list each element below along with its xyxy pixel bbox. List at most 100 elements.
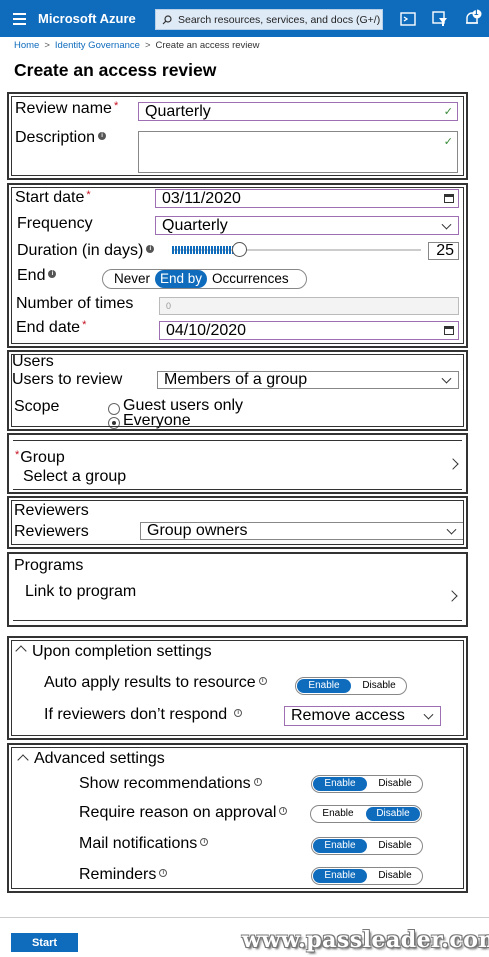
end-date-input[interactable]: 04/10/2020 [159, 321, 459, 340]
search-box[interactable]: Search resources, services, and docs (G+… [155, 9, 383, 30]
toggle-enable[interactable]: Enable [313, 777, 367, 791]
calendar-icon[interactable] [444, 326, 454, 335]
frequency-select[interactable]: Quarterly [155, 216, 459, 235]
info-icon: i [48, 270, 57, 278]
search-input[interactable]: Search resources, services, and docs (G+… [178, 14, 380, 26]
collapse-caret-icon[interactable] [17, 754, 29, 766]
duration-label: Duration (in days) [17, 242, 144, 259]
users-panel: Users Users to review Members of a group… [7, 350, 468, 431]
top-bar: Microsoft Azure Search resources, servic… [0, 0, 489, 37]
collapse-caret-icon[interactable] [15, 645, 27, 657]
calendar-icon[interactable] [444, 194, 454, 203]
chevron-down-icon [441, 373, 452, 384]
info-icon: i [258, 677, 267, 685]
reviewers-label: Reviewers [14, 523, 89, 540]
notification-badge: 1 [474, 8, 479, 17]
schedule-panel: Start date * 03/11/2020 Frequency Quarter… [7, 183, 468, 348]
users-section-title: Users [12, 353, 54, 370]
info-icon: i [234, 709, 243, 717]
toggle-disable[interactable]: Disable [368, 869, 422, 883]
breadcrumb: Home > Identity Governance > Create an acces… [14, 40, 260, 51]
number-of-times-label: Number of times [16, 295, 134, 312]
cloud-shell-icon[interactable] [398, 9, 418, 29]
review-name-label: Review name [15, 100, 112, 117]
scope-option-everyone[interactable]: Everyone [123, 412, 191, 430]
end-date-label: End date [16, 319, 81, 336]
description-label: Description [15, 129, 96, 146]
valid-check-icon: ✓ [443, 106, 453, 118]
scope-radio-guest[interactable] [108, 403, 120, 415]
menu-icon[interactable] [0, 0, 38, 37]
chevron-down-icon [446, 524, 457, 535]
link-to-program[interactable]: Link to program [25, 583, 136, 601]
toggle-enable[interactable]: Enable [313, 869, 367, 883]
toggle-disable[interactable]: Disable [352, 679, 406, 693]
chevron-right-icon [446, 590, 458, 602]
valid-check-icon: ✓ [443, 136, 453, 148]
scope-label: Scope [14, 398, 60, 415]
watermark: www.passleader.com [242, 927, 489, 953]
completion-panel: Upon completion settings Auto apply resu… [7, 636, 468, 740]
brand-title[interactable]: Microsoft Azure [38, 11, 153, 26]
users-to-review-select[interactable]: Members of a group [157, 371, 459, 389]
select-group-link[interactable]: Select a group [23, 468, 126, 486]
no-response-select[interactable]: Remove access [284, 706, 441, 726]
duration-input[interactable]: 25 [428, 242, 459, 260]
info-icon: i [146, 245, 155, 253]
toggle-enable[interactable]: Enable [297, 679, 351, 693]
auto-apply-toggle[interactable]: Enable Disable [295, 677, 407, 695]
reviewers-section-title: Reviewers [14, 502, 89, 519]
toggle-disable[interactable]: Disable [368, 777, 422, 791]
directory-filter-icon[interactable] [430, 9, 450, 29]
frequency-label: Frequency [17, 215, 93, 232]
scope-radio-everyone[interactable] [108, 417, 120, 429]
toggle-enable[interactable]: Enable [311, 807, 365, 821]
show-recommendations-label: Show recommendations [79, 775, 251, 792]
toggle-disable[interactable]: Disable [368, 839, 422, 853]
start-date-input[interactable]: 03/11/2020 [155, 189, 459, 208]
auto-apply-label: Auto apply results to resource [44, 674, 256, 691]
end-label: End [17, 267, 46, 284]
require-reason-toggle[interactable]: Enable Disable [310, 805, 422, 823]
toggle-enable[interactable]: Enable [313, 839, 367, 853]
info-icon: i [98, 132, 107, 140]
search-icon [162, 14, 172, 24]
end-option-end-by[interactable]: End by [155, 270, 208, 288]
no-response-label: If reviewers don’t respond [44, 706, 228, 723]
info-icon: i [159, 869, 168, 877]
group-panel[interactable]: *Group Select a group [7, 433, 468, 494]
page-title: Create an access review [14, 60, 217, 80]
toggle-disable[interactable]: Disable [366, 807, 420, 821]
end-option-occurrences[interactable]: Occurrences [207, 270, 294, 288]
description-input[interactable]: ✓ [138, 131, 458, 173]
chevron-down-icon [423, 709, 434, 720]
end-option-group: Never End by Occurrences [102, 269, 307, 289]
review-name-input[interactable]: Quarterly ✓ [138, 102, 458, 121]
reminders-toggle[interactable]: Enable Disable [311, 867, 423, 885]
info-icon: i [200, 838, 209, 846]
reviewers-select[interactable]: Group owners [140, 522, 464, 540]
chevron-right-icon [447, 458, 459, 470]
require-reason-label: Require reason on approval [79, 804, 277, 821]
breadcrumb-home[interactable]: Home [14, 40, 39, 51]
users-to-review-label: Users to review [12, 371, 123, 388]
breadcrumb-current: Create an access review [155, 40, 260, 51]
mail-notifications-toggle[interactable]: Enable Disable [311, 837, 423, 855]
notifications-icon[interactable] [462, 9, 482, 29]
breadcrumb-identity-governance[interactable]: Identity Governance [55, 40, 140, 51]
programs-panel: Programs Link to program [7, 552, 468, 627]
programs-section-title: Programs [14, 557, 84, 574]
chevron-down-icon [441, 219, 452, 230]
start-date-label: Start date [15, 189, 85, 206]
info-icon: i [279, 807, 288, 815]
slider-fill [172, 246, 240, 254]
advanced-section-title[interactable]: Advanced settings [34, 750, 165, 768]
duration-slider[interactable] [172, 242, 421, 257]
number-of-times-input: 0 [159, 297, 459, 315]
show-recommendations-toggle[interactable]: Enable Disable [311, 775, 423, 793]
info-icon: i [253, 778, 262, 786]
start-button[interactable]: Start [11, 933, 78, 952]
end-option-never[interactable]: Never [109, 270, 155, 288]
completion-section-title[interactable]: Upon completion settings [32, 643, 212, 661]
group-label: Group [20, 449, 65, 466]
